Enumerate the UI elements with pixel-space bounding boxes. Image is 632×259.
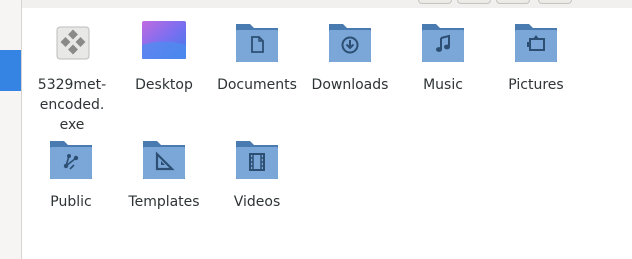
sidebar: [0, 0, 22, 259]
file-item-documents[interactable]: Documents: [211, 18, 303, 95]
pictures-folder-icon: [515, 24, 557, 62]
sidebar-selected-item[interactable]: [0, 50, 21, 91]
file-label: Videos: [233, 194, 281, 210]
toolbar-button[interactable]: [418, 0, 452, 4]
file-item-desktop[interactable]: Desktop: [118, 18, 210, 95]
file-label: Downloads: [311, 77, 389, 93]
file-item-public[interactable]: Public: [25, 135, 117, 212]
file-grid: 5329met- encoded. exe Desktop Documents: [22, 8, 632, 259]
toolbar-button[interactable]: [457, 0, 491, 4]
file-label: Pictures: [508, 77, 564, 93]
toolbar-button[interactable]: [496, 0, 530, 4]
toolbar-strip: [0, 0, 632, 8]
file-item-videos[interactable]: Videos: [211, 135, 303, 212]
videos-folder-icon: [236, 141, 278, 179]
public-folder-icon: [50, 141, 92, 179]
file-label: Templates: [128, 194, 200, 210]
file-item-music[interactable]: Music: [397, 18, 489, 95]
file-item-pictures[interactable]: Pictures: [490, 18, 582, 95]
documents-folder-icon: [236, 24, 278, 62]
file-item-executable[interactable]: 5329met- encoded. exe: [26, 18, 118, 135]
templates-folder-icon: [143, 141, 185, 179]
file-label: Music: [423, 77, 463, 93]
file-item-templates[interactable]: Templates: [118, 135, 210, 212]
executable-icon: [56, 26, 90, 60]
file-label: Desktop: [135, 77, 193, 93]
toolbar-button[interactable]: [538, 0, 572, 4]
file-label: Documents: [217, 77, 297, 93]
file-item-downloads[interactable]: Downloads: [304, 18, 396, 95]
music-folder-icon: [422, 24, 464, 62]
file-label: Public: [50, 194, 92, 210]
desktop-folder-icon: [142, 21, 186, 59]
downloads-folder-icon: [329, 24, 371, 62]
file-label: 5329met- encoded. exe: [37, 77, 107, 133]
